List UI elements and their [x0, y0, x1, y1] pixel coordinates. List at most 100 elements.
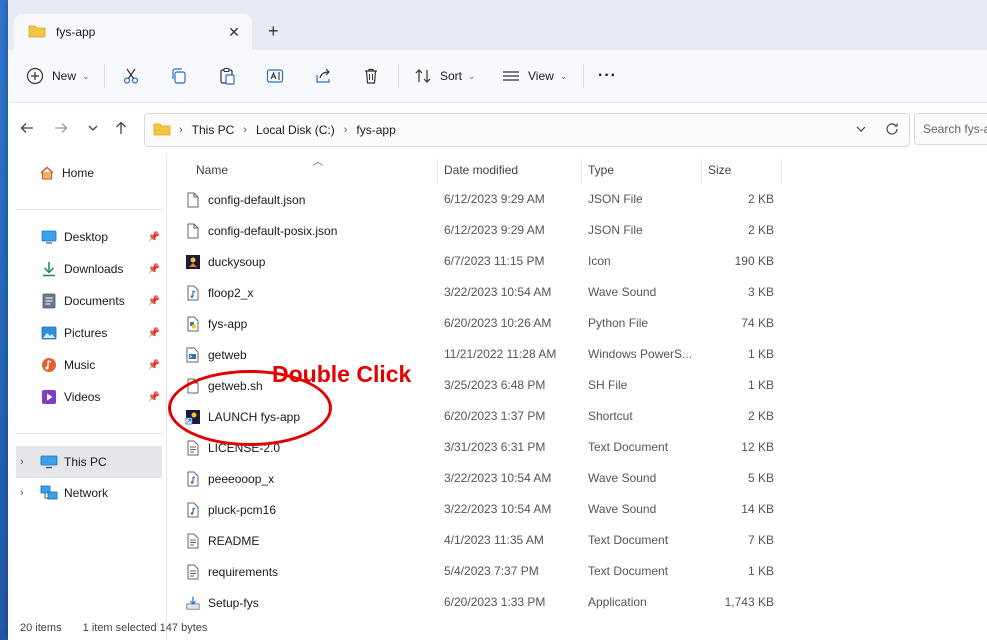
file-size: 5 KB — [747, 471, 774, 485]
script-icon — [185, 347, 201, 363]
table-row[interactable]: peeeooop_x 3/22/2023 10:54 AM Wave Sound 5 … — [167, 463, 807, 494]
sidebar-label: Videos — [64, 390, 101, 404]
audio-icon — [185, 285, 201, 301]
item-count: 20 items — [20, 622, 62, 634]
share-button[interactable] — [314, 50, 332, 102]
file-date: 6/20/2023 1:33 PM — [444, 595, 546, 609]
rename-button[interactable] — [266, 50, 284, 102]
table-row[interactable]: Setup-fys 6/20/2023 1:33 PM Application 1,7… — [167, 587, 807, 618]
sidebar-item-pictures[interactable]: Pictures 📌 — [16, 318, 162, 348]
file-name: config-default.json — [208, 193, 306, 207]
column-header-size[interactable]: Size — [708, 163, 731, 177]
table-row[interactable]: duckysoup 6/7/2023 11:15 PM Icon 190 KB — [167, 246, 807, 277]
file-type: JSON File — [588, 192, 643, 206]
address-bar-row: › This PC › Local Disk (C:) › fys-app Se… — [8, 103, 987, 153]
sidebar-item-home[interactable]: Home — [16, 158, 162, 188]
cut-button[interactable] — [122, 50, 140, 102]
file-name: README — [208, 534, 260, 548]
breadcrumb-local-disk[interactable]: Local Disk (C:) — [256, 123, 335, 137]
expand-chevron-icon[interactable]: › — [20, 456, 24, 468]
address-dropdown-chevron-icon[interactable] — [855, 122, 867, 139]
search-input[interactable]: Search fys-app — [914, 113, 987, 145]
sidebar-item-downloads[interactable]: Downloads 📌 — [16, 254, 162, 284]
back-arrow-icon[interactable] — [20, 121, 34, 138]
file-type: Text Document — [588, 533, 669, 547]
table-row[interactable]: config-default.json 6/12/2023 9:29 AM JSON… — [167, 184, 807, 215]
address-box[interactable]: › This PC › Local Disk (C:) › fys-app — [144, 113, 910, 147]
file-date: 3/22/2023 10:54 AM — [444, 471, 552, 485]
forward-arrow-icon[interactable] — [54, 121, 68, 138]
table-row[interactable]: pluck-pcm16 3/22/2023 10:54 AM Wave Sound 1… — [167, 494, 807, 525]
file-type: Text Document — [588, 440, 669, 454]
python-icon — [185, 316, 201, 332]
table-row[interactable]: fys-app 6/20/2023 10:26 AM Python File 74 K… — [167, 308, 807, 339]
status-bar: 20 items 1 item selected 147 bytes — [20, 622, 225, 634]
paste-button[interactable] — [218, 50, 236, 102]
table-row[interactable]: config-default-posix.json 6/12/2023 9:29 … — [167, 215, 807, 246]
table-row[interactable]: requirements 5/4/2023 7:37 PM Text Documen… — [167, 556, 807, 587]
column-header-name[interactable]: Name — [196, 163, 228, 177]
table-row[interactable]: README 4/1/2023 11:35 AM Text Document 7 KB — [167, 525, 807, 556]
breadcrumb-chevron-icon: › — [343, 124, 348, 136]
up-arrow-icon[interactable] — [114, 121, 128, 138]
column-header-date[interactable]: Date modified — [444, 163, 518, 177]
breadcrumb-fys-app[interactable]: fys-app — [356, 123, 395, 137]
column-divider[interactable] — [581, 159, 582, 183]
table-row[interactable]: floop2_x 3/22/2023 10:54 AM Wave Sound 3 KB — [167, 277, 807, 308]
audio-icon — [185, 502, 201, 518]
column-header-type[interactable]: Type — [588, 163, 614, 177]
toolbar-divider — [583, 64, 584, 88]
new-button[interactable]: New ⌄ — [26, 50, 90, 102]
refresh-icon[interactable] — [885, 122, 899, 139]
tab-fys-app[interactable]: fys-app ✕ — [14, 14, 252, 50]
new-tab-button[interactable]: + — [268, 22, 279, 40]
file-size: 1,743 KB — [724, 595, 774, 609]
file-type: Windows PowerS... — [588, 347, 693, 361]
more-options-button[interactable]: ··· — [598, 50, 617, 102]
sort-button[interactable]: Sort ⌄ — [414, 50, 476, 102]
sidebar-item-desktop[interactable]: Desktop 📌 — [16, 222, 162, 252]
breadcrumb-this-pc[interactable]: This PC — [192, 123, 235, 137]
file-explorer-window: fys-app ✕ + New ⌄ Sort ⌄ View ⌄ ··· › Th… — [8, 0, 987, 640]
computer-icon — [40, 453, 58, 471]
file-size: 14 KB — [741, 502, 774, 516]
view-list-icon — [502, 67, 520, 85]
column-divider[interactable] — [781, 159, 782, 183]
document-icon — [185, 223, 201, 239]
file-size: 1 KB — [747, 347, 774, 361]
file-date: 6/20/2023 10:26 AM — [444, 316, 552, 330]
sidebar-item-this-pc[interactable]: › This PC — [16, 446, 162, 478]
folder-icon — [153, 122, 171, 139]
tab-close-button[interactable]: ✕ — [224, 22, 244, 42]
sidebar-item-documents[interactable]: Documents 📌 — [16, 286, 162, 316]
file-size: 2 KB — [747, 223, 774, 237]
navigation-pane: Home Desktop 📌 Downloads 📌 Documents 📌 P… — [8, 153, 167, 640]
sidebar-item-music[interactable]: Music 📌 — [16, 350, 162, 380]
sidebar-label: Home — [62, 166, 95, 180]
sidebar-item-network[interactable]: › Network — [16, 478, 162, 508]
view-button[interactable]: View ⌄ — [502, 50, 567, 102]
copy-button[interactable] — [170, 50, 188, 102]
file-size: 1 KB — [747, 378, 774, 392]
view-label: View — [528, 69, 554, 83]
file-name-cell: config-default.json — [185, 192, 305, 208]
file-name-cell: floop2_x — [185, 285, 253, 301]
tab-bar: fys-app ✕ + — [8, 0, 987, 50]
delete-button[interactable] — [362, 50, 380, 102]
file-name-cell: Setup-fys — [185, 595, 259, 611]
recent-locations-chevron-icon[interactable] — [87, 121, 99, 138]
expand-chevron-icon[interactable]: › — [20, 487, 24, 499]
file-date: 6/12/2023 9:29 AM — [444, 223, 545, 237]
pin-icon: 📌 — [147, 391, 160, 403]
file-size: 74 KB — [741, 316, 774, 330]
file-name-cell: requirements — [185, 564, 278, 580]
column-divider[interactable] — [701, 159, 702, 183]
column-divider[interactable] — [437, 159, 438, 183]
table-row[interactable]: getweb 11/21/2022 11:28 AM Windows PowerS.… — [167, 339, 807, 370]
sidebar-item-videos[interactable]: Videos 📌 — [16, 382, 162, 412]
file-type: Shortcut — [588, 409, 633, 423]
file-type: Icon — [588, 254, 611, 268]
file-name: pluck-pcm16 — [208, 503, 277, 517]
file-name: floop2_x — [208, 286, 254, 300]
selection-info: 1 item selected 147 bytes — [82, 622, 208, 634]
